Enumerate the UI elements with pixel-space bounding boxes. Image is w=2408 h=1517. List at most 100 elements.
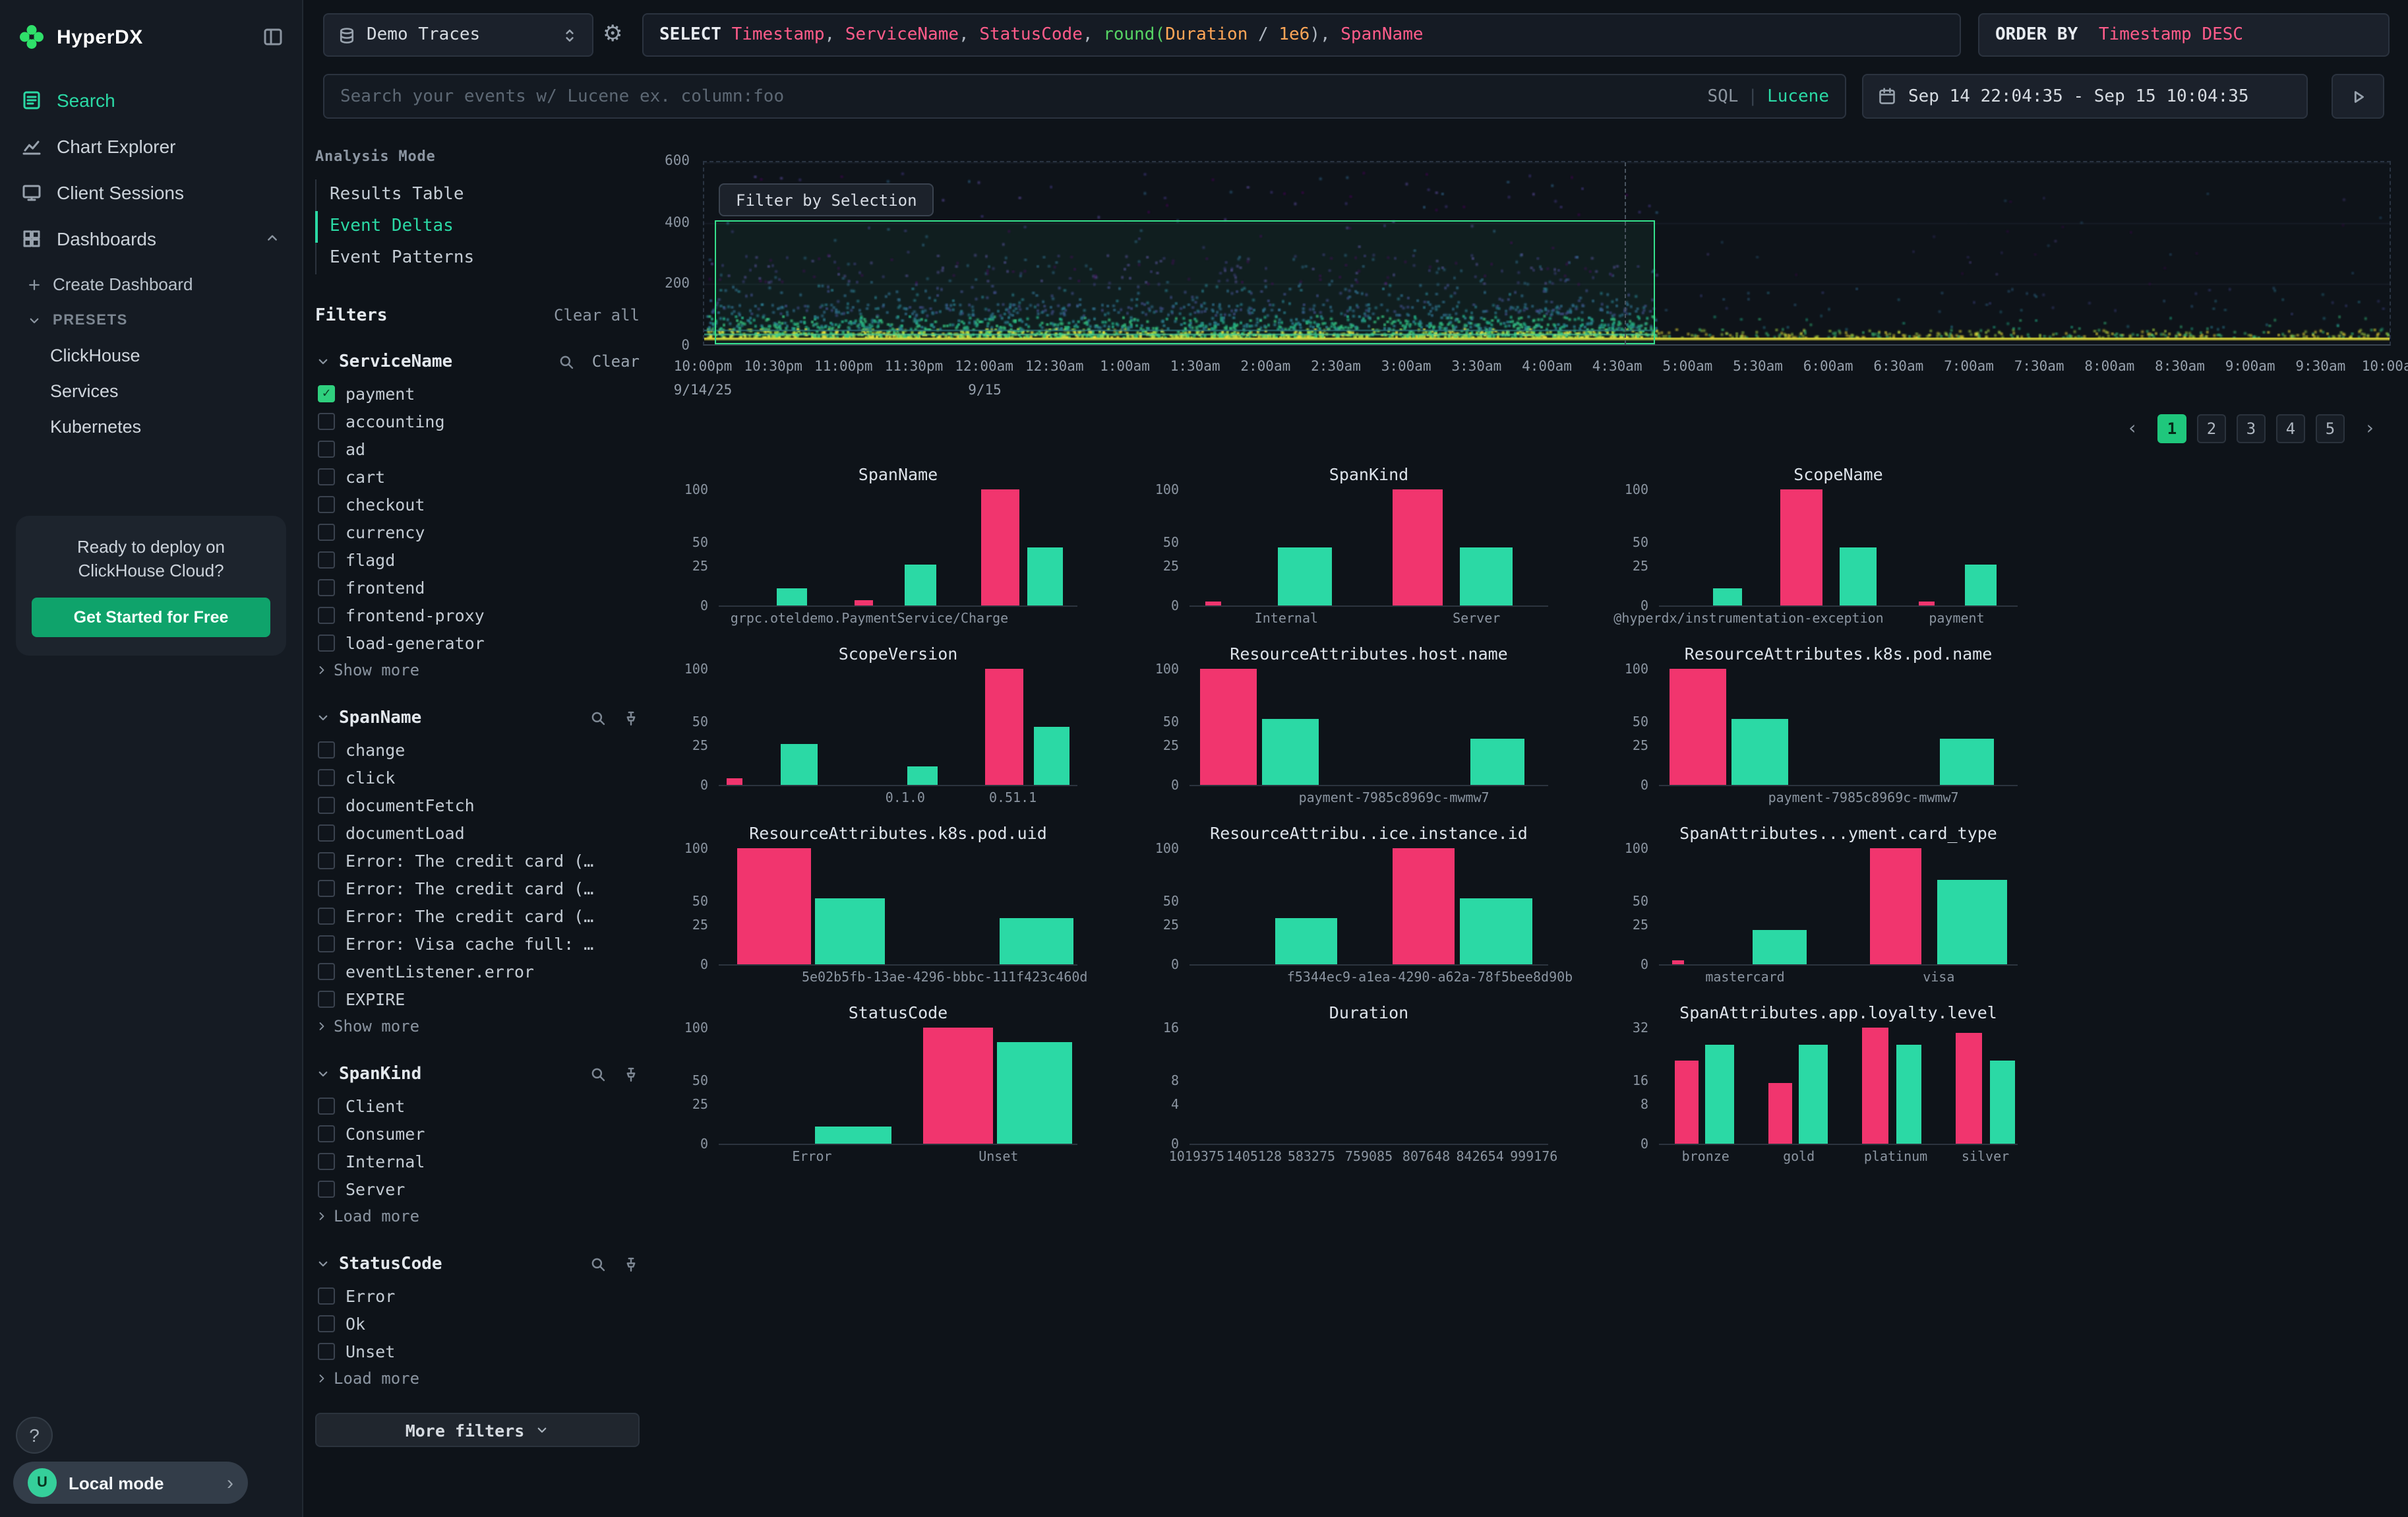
sidebar-item-dashboards[interactable]: Dashboards (0, 215, 302, 261)
bar-inbound[interactable] (1869, 848, 1921, 964)
bar-baseline[interactable] (1263, 719, 1319, 785)
bar-baseline[interactable] (1896, 1045, 1922, 1144)
sidebar-item-label: Chart Explorer (57, 135, 176, 156)
bar-inbound[interactable] (1200, 669, 1256, 785)
chart-y-axis: 10050250 (1604, 491, 1654, 607)
x-tick-label: 1405128 (1226, 1150, 1282, 1165)
bar-baseline[interactable] (1279, 547, 1333, 605)
bar-baseline[interactable] (1940, 739, 1995, 785)
y-tick-label: 100 (1625, 663, 1648, 677)
bar-baseline[interactable] (1275, 918, 1338, 964)
bar-baseline[interactable] (814, 898, 886, 964)
chart-spankind: SpanKind10050250InternalServer (1134, 464, 1548, 636)
bar-baseline[interactable] (1459, 547, 1513, 605)
bar-inbound[interactable] (1780, 489, 1822, 605)
bar-baseline[interactable] (1964, 565, 1997, 605)
chart-y-axis: 10050250 (1604, 850, 1654, 966)
y-tick-label: 8 (1640, 1098, 1648, 1113)
chart-y-axis: 10050250 (663, 850, 713, 966)
events-heatmap[interactable] (703, 161, 2391, 346)
local-mode-button[interactable]: U Local mode › (13, 1462, 248, 1504)
bar-inbound[interactable] (984, 669, 1023, 785)
bar-baseline[interactable] (1799, 1045, 1827, 1144)
bar-baseline[interactable] (1000, 918, 1073, 964)
collapse-sidebar-icon[interactable] (262, 26, 284, 47)
sidebar-item-clickhouse[interactable]: ClickHouse (0, 338, 302, 373)
sidebar-item-search[interactable]: Search (0, 77, 302, 123)
bar-inbound[interactable] (1205, 602, 1220, 605)
chart-x-axis: 1019375140512858327575908580764884265499… (1189, 1150, 1548, 1166)
bar-inbound[interactable] (727, 778, 742, 785)
bar-baseline[interactable] (1753, 929, 1807, 964)
bar-inbound[interactable] (855, 601, 873, 605)
y-tick-label: 100 (1155, 663, 1179, 677)
bar-inbound[interactable] (1768, 1084, 1792, 1144)
bar-baseline[interactable] (1840, 547, 1877, 605)
y-tick-label: 100 (684, 842, 708, 857)
y-tick-label: 25 (692, 1098, 708, 1113)
bar-baseline[interactable] (1706, 1045, 1733, 1144)
bar-inbound[interactable] (1671, 961, 1684, 964)
sidebar-item-chart-explorer[interactable]: Chart Explorer (0, 123, 302, 169)
chart-plot (1659, 1029, 2018, 1145)
bar-baseline[interactable] (781, 744, 818, 785)
bar-baseline[interactable] (1937, 880, 2007, 964)
create-dashboard-button[interactable]: Create Dashboard (0, 266, 302, 302)
selection-box[interactable] (714, 220, 1654, 344)
chart-x-axis: 5e02b5fb-13ae-4296-bbbc-111f423c460d (719, 971, 1077, 987)
y-tick-label: 50 (1163, 536, 1179, 550)
y-tick-label: 100 (1155, 483, 1179, 498)
chart-x-axis: grpc.oteldemo.PaymentService/Charge (719, 612, 1077, 628)
bar-inbound[interactable] (923, 1028, 993, 1144)
filter-by-selection-button[interactable]: Filter by Selection (719, 183, 934, 216)
bar-baseline[interactable] (776, 588, 807, 605)
promo-text-line2: ClickHouse Cloud? (32, 559, 270, 583)
chart-y-axis: 16840 (1134, 1029, 1184, 1145)
bar-baseline[interactable] (1027, 547, 1063, 605)
sidebar-item-kubernetes[interactable]: Kubernetes (0, 409, 302, 445)
chart-plot (1659, 670, 2018, 786)
bar-baseline[interactable] (1990, 1060, 2016, 1144)
y-tick-label: 25 (1163, 560, 1179, 574)
bar-baseline[interactable] (814, 1127, 891, 1144)
bar-inbound[interactable] (1955, 1034, 1981, 1144)
bar-baseline[interactable] (997, 1041, 1073, 1144)
bar-inbound[interactable] (980, 489, 1019, 605)
bar-baseline[interactable] (907, 766, 938, 785)
chart-spanattributes-yment-card-type: SpanAttributes...yment.card_type10050250… (1604, 823, 2018, 995)
bar-baseline[interactable] (1714, 588, 1743, 605)
bar-inbound[interactable] (737, 848, 812, 964)
monitor-icon (21, 181, 42, 202)
presets-toggle[interactable]: PRESETS (0, 302, 302, 338)
bar-inbound[interactable] (1392, 848, 1455, 964)
bar-baseline[interactable] (905, 565, 936, 605)
y-tick-label: 50 (692, 536, 708, 550)
chart-y-axis: 10050250 (663, 670, 713, 786)
sidebar-item-services[interactable]: Services (0, 373, 302, 409)
bar-inbound[interactable] (1674, 1060, 1699, 1144)
bar-baseline[interactable] (1459, 898, 1532, 964)
y-tick-label: 25 (1633, 919, 1648, 933)
bar-baseline[interactable] (1470, 739, 1525, 785)
help-button[interactable]: ? (16, 1417, 53, 1454)
get-started-button[interactable]: Get Started for Free (32, 598, 270, 638)
chart-statuscode: StatusCode10050250ErrorUnset (663, 1003, 1077, 1174)
bar-inbound[interactable] (1861, 1028, 1888, 1144)
x-tick-label: silver (1962, 1150, 2009, 1165)
x-tick-label: 999176 (1510, 1150, 1557, 1165)
bar-inbound[interactable] (1392, 489, 1442, 605)
bar-baseline[interactable] (1732, 719, 1788, 785)
y-tick-label: 0 (700, 1138, 708, 1152)
y-tick-label: 0 (700, 600, 708, 614)
y-tick-label: 4 (1171, 1098, 1179, 1113)
bar-inbound[interactable] (1670, 669, 1726, 785)
local-mode-label: Local mode (69, 1473, 215, 1493)
presets-label: PRESETS (53, 312, 128, 328)
chart-y-axis: 10050250 (1134, 670, 1184, 786)
sidebar-item-client-sessions[interactable]: Client Sessions (0, 169, 302, 215)
bar-baseline[interactable] (1034, 727, 1069, 785)
bar-inbound[interactable] (1919, 602, 1935, 605)
chart-scopeversion: ScopeVersion100502500.1.00.51.1 (663, 644, 1077, 815)
chart-x-axis: mastercardvisa (1659, 971, 2018, 987)
y-tick-label: 100 (1625, 842, 1648, 857)
